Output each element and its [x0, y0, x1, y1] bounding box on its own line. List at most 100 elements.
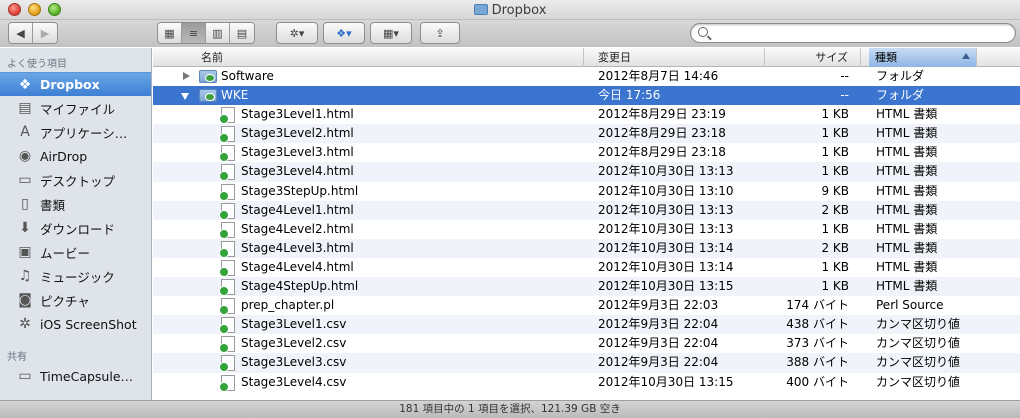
sidebar-item-label: TimeCapsule… — [40, 368, 134, 384]
dropbox-icon: ❖ — [18, 76, 32, 93]
gear-icon: ✲▾ — [289, 26, 305, 40]
file-name: Stage4Level1.html — [241, 202, 354, 217]
column-date-header[interactable]: 変更日 — [584, 48, 765, 67]
file-kind: HTML 書類 — [876, 259, 938, 274]
table-row[interactable]: Stage4Level4.html 2012年10月30日 13:14 1 KB HT… — [153, 257, 1020, 278]
sidebar-item[interactable]: ▭ デスクトップ — [0, 168, 151, 192]
file-date: 2012年10月30日 13:14 — [598, 259, 734, 274]
file-name: Stage3Level2.html — [241, 126, 354, 141]
search-input[interactable] — [713, 25, 1008, 41]
file-kind: フォルダ — [876, 69, 925, 83]
sidebar-item[interactable]: A アプリケーシ… — [0, 120, 151, 144]
action-menu-button[interactable]: ✲▾ — [276, 22, 318, 44]
share-button[interactable]: ⇪ — [420, 22, 460, 44]
file-name: Stage3Level2.csv — [241, 336, 347, 351]
file-icon — [219, 126, 235, 144]
file-rows: Software 2012年8月7日 14:46 -- フォルダ WKE 今日 17:56… — [153, 67, 1020, 392]
sidebar-header-shared: 共有 — [7, 352, 27, 363]
file-size: 1 KB — [821, 145, 849, 160]
desktop-icon: ▭ — [18, 172, 32, 188]
table-row[interactable]: Stage3Level1.csv 2012年9月3日 22:04 438 バイト カン… — [153, 315, 1020, 335]
sidebar-item[interactable]: ▯ 書類 — [0, 192, 151, 216]
file-name: Stage4Level3.html — [241, 240, 354, 255]
sidebar-item-shared[interactable]: ▭ TimeCapsule… — [0, 364, 151, 388]
file-kind: HTML 書類 — [876, 240, 938, 255]
file-icon — [219, 221, 235, 239]
back-button[interactable]: ◀ — [9, 23, 33, 43]
file-size: 1 KB — [821, 279, 849, 294]
title-bar: Dropbox — [0, 0, 1020, 20]
table-row[interactable]: WKE 今日 17:56 -- フォルダ — [153, 86, 1020, 106]
file-size: 438 バイト — [786, 317, 849, 332]
sidebar-item[interactable]: ◉ AirDrop — [0, 144, 151, 168]
coverflow-view-button[interactable]: ▤ — [230, 23, 254, 43]
file-size: 2 KB — [821, 202, 849, 217]
sidebar-item-label: デスクトップ — [40, 173, 116, 189]
file-size: 1 KB — [821, 221, 849, 236]
file-kind: HTML 書類 — [876, 221, 938, 236]
sidebar-item[interactable]: ◙ ピクチャ — [0, 288, 151, 312]
sidebar-item[interactable]: ❖ Dropbox — [0, 72, 151, 96]
file-date: 2012年9月3日 22:04 — [598, 336, 719, 351]
table-row[interactable]: Stage4Level3.html 2012年10月30日 13:14 2 KB HT… — [153, 238, 1020, 258]
file-date: 2012年8月29日 23:18 — [598, 126, 726, 141]
column-kind-header[interactable]: 種類 — [869, 48, 977, 67]
table-row[interactable]: Stage3Level4.html 2012年10月30日 13:13 1 KB HT… — [153, 162, 1020, 182]
column-size-header[interactable]: サイズ — [765, 48, 861, 67]
table-row[interactable]: Stage3StepUp.html 2012年10月30日 13:10 9 KB HT… — [153, 181, 1020, 201]
sidebar-header-favorites: よく使う項目 — [7, 59, 67, 70]
sidebar-item-label: ミュージック — [40, 269, 115, 285]
file-icon — [219, 259, 235, 277]
file-icon — [219, 317, 235, 335]
file-size: 1 KB — [821, 164, 849, 179]
sidebar-item[interactable]: ▣ ムービー — [0, 240, 151, 264]
file-date: 2012年10月30日 13:14 — [598, 240, 734, 255]
sidebar-item[interactable]: ⬇ ダウンロード — [0, 216, 151, 240]
file-kind: HTML 書類 — [876, 183, 938, 198]
toolbar: ◀ ▶ ▦ ≡ ▥ ▤ ✲▾ ❖▾ ▦▾ ⇪ — [0, 20, 1020, 47]
table-row[interactable]: prep_chapter.pl 2012年9月3日 22:03 174 バイト Per… — [153, 296, 1020, 316]
dropbox-menu-button[interactable]: ❖▾ — [323, 22, 365, 44]
file-kind: HTML 書類 — [876, 279, 938, 294]
column-name-header[interactable]: 名前 — [153, 48, 584, 67]
table-row[interactable]: Stage3Level2.html 2012年8月29日 23:18 1 KB HTM… — [153, 124, 1020, 144]
table-row[interactable]: Stage4Level1.html 2012年10月30日 13:13 2 KB HT… — [153, 200, 1020, 220]
file-date: 2012年10月30日 13:10 — [598, 183, 734, 198]
disclosure-closed-icon[interactable] — [183, 72, 190, 80]
arrange-menu-button[interactable]: ▦▾ — [370, 22, 412, 44]
file-name: Stage3Level4.html — [241, 164, 354, 179]
file-name: Stage3Level1.html — [241, 107, 354, 122]
file-kind: HTML 書類 — [876, 126, 938, 141]
file-date: 2012年10月30日 13:15 — [598, 374, 734, 389]
view-mode-buttons: ▦ ≡ ▥ ▤ — [157, 22, 255, 44]
table-row[interactable]: Stage3Level2.csv 2012年9月3日 22:04 373 バイト カン… — [153, 334, 1020, 354]
sidebar-item[interactable]: ♫ ミュージック — [0, 264, 151, 288]
table-row[interactable]: Stage4Level2.html 2012年10月30日 13:13 1 KB HT… — [153, 219, 1020, 239]
file-size: 2 KB — [821, 240, 849, 255]
table-row[interactable]: Stage3Level3.html 2012年8月29日 23:18 1 KB HTM… — [153, 143, 1020, 163]
sidebar-item-label: ダウンロード — [40, 221, 116, 237]
file-kind: フォルダ — [876, 88, 925, 103]
icon-view-button[interactable]: ▦ — [158, 23, 182, 43]
disclosure-open-icon[interactable] — [181, 93, 189, 101]
folder-icon — [199, 70, 217, 83]
forward-button[interactable]: ▶ — [33, 23, 57, 43]
column-view-button[interactable]: ▥ — [206, 23, 230, 43]
file-size: -- — [840, 88, 849, 103]
file-kind: HTML 書類 — [876, 202, 938, 217]
sidebar-item[interactable]: ✲ iOS ScreenShot — [0, 312, 151, 336]
airdrop-icon: ◉ — [18, 148, 32, 164]
table-row[interactable]: Stage3Level4.csv 2012年10月30日 13:15 400 バイト… — [153, 372, 1020, 392]
search-field[interactable] — [690, 23, 1016, 43]
file-date: 2012年10月30日 13:15 — [598, 279, 734, 294]
sidebar-item-label: 書類 — [40, 197, 66, 213]
file-size: 1 KB — [821, 107, 849, 122]
table-row[interactable]: Stage3Level1.html 2012年8月29日 23:19 1 KB HTM… — [153, 105, 1020, 125]
table-row[interactable]: Software 2012年8月7日 14:46 -- フォルダ — [153, 67, 1020, 87]
sidebar-item[interactable]: ▤ マイファイル — [0, 96, 151, 120]
table-row[interactable]: Stage4StepUp.html 2012年10月30日 13:15 1 KB HT… — [153, 277, 1020, 297]
sidebar-item-label: iOS ScreenShot — [40, 316, 137, 332]
file-date: 2012年9月3日 22:04 — [598, 355, 719, 370]
table-row[interactable]: Stage3Level3.csv 2012年9月3日 22:04 388 バイト カン… — [153, 353, 1020, 373]
list-view-button[interactable]: ≡ — [182, 23, 206, 43]
